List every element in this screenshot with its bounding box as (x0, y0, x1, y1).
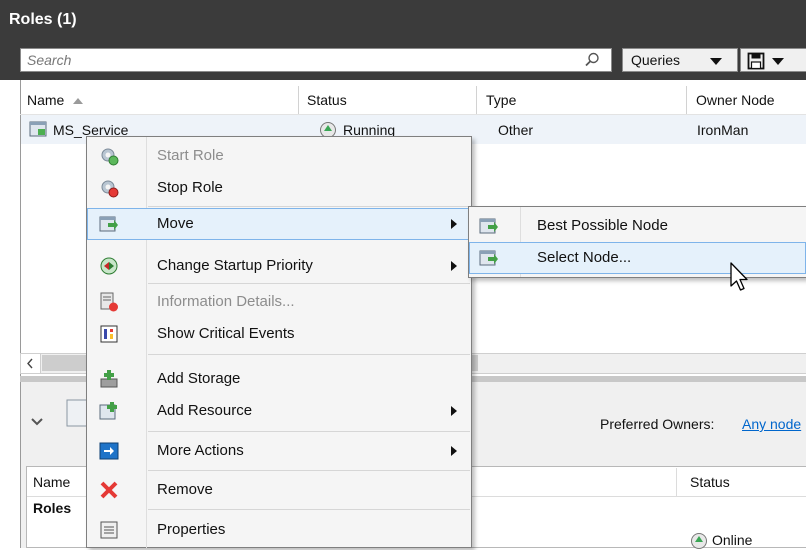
panel-title: Roles (1) (9, 11, 77, 28)
preferred-owners-link[interactable]: Any node (742, 416, 801, 432)
menu-separator (148, 283, 470, 284)
menu-separator (148, 431, 470, 432)
menu-item-show-critical-events[interactable]: Show Critical Events (87, 318, 471, 350)
menu-item-stop-role[interactable]: Stop Role (87, 172, 471, 204)
menu-item-information-details[interactable]: Information Details... (87, 286, 471, 318)
queries-label: Queries (631, 52, 681, 68)
chevron-down-icon[interactable] (28, 412, 46, 430)
role-icon (29, 121, 47, 137)
role-icon (66, 399, 88, 427)
menu-item-label: Start Role (157, 147, 224, 164)
chevron-down-icon (772, 58, 784, 65)
menu-item-label: Show Critical Events (157, 325, 295, 342)
column-separator[interactable] (676, 468, 677, 496)
submenu-item-best-possible-node[interactable]: Best Possible Node (469, 210, 806, 242)
menu-item-label: Move (157, 215, 194, 232)
add-storage-icon (100, 370, 118, 388)
start-role-icon (101, 148, 119, 166)
more-actions-icon (99, 442, 119, 460)
online-status-icon (691, 533, 707, 549)
information-details-icon (100, 292, 118, 312)
column-separator[interactable] (476, 86, 477, 114)
submenu-arrow-icon (451, 406, 457, 416)
column-separator[interactable] (686, 86, 687, 114)
column-header-type[interactable]: Type (486, 92, 516, 108)
mouse-cursor-icon (730, 262, 748, 291)
menu-item-change-startup-priority[interactable]: Change Startup Priority (87, 250, 471, 282)
save-query-button[interactable] (740, 48, 806, 72)
column-header-owner-node[interactable]: Owner Node (696, 92, 775, 108)
menu-item-label: Remove (157, 481, 213, 498)
menu-separator (148, 509, 470, 510)
add-resource-icon (99, 402, 117, 420)
menu-item-properties[interactable]: Properties (87, 514, 471, 546)
menu-separator (148, 470, 470, 471)
column-header-status[interactable]: Status (307, 92, 347, 108)
menu-item-more-actions[interactable]: More Actions (87, 435, 471, 467)
menu-item-label: More Actions (157, 442, 244, 459)
menu-item-label: Add Resource (157, 402, 253, 419)
menu-separator (148, 206, 470, 207)
submenu-item-label: Select Node... (537, 249, 632, 266)
column-header-name[interactable]: Name (27, 92, 64, 108)
menu-item-label: Properties (157, 521, 226, 538)
move-node-icon (479, 218, 498, 234)
submenu-item-label: Best Possible Node (537, 217, 668, 234)
search-placeholder: Search (27, 52, 72, 68)
move-icon (99, 216, 118, 232)
critical-events-icon (100, 325, 118, 343)
submenu-arrow-icon (451, 446, 457, 456)
resources-column-name[interactable]: Name (33, 474, 70, 490)
submenu-arrow-icon (451, 219, 457, 229)
column-separator[interactable] (298, 86, 299, 114)
priority-icon (100, 257, 118, 275)
sort-ascending-icon (73, 98, 83, 104)
menu-item-start-role[interactable]: Start Role (87, 140, 471, 172)
submenu-arrow-icon (451, 261, 457, 271)
panel-title-bar: Roles (1) (0, 0, 806, 42)
menu-item-add-storage[interactable]: Add Storage (87, 363, 471, 395)
menu-item-move[interactable]: Move (87, 208, 471, 240)
resources-column-status[interactable]: Status (690, 474, 730, 490)
properties-icon (100, 521, 118, 539)
menu-item-label: Stop Role (157, 179, 223, 196)
save-icon (747, 52, 765, 70)
menu-item-label: Information Details... (157, 293, 295, 310)
row-owner-node: IronMan (697, 122, 749, 138)
menu-item-label: Change Startup Priority (157, 257, 313, 274)
row-type: Other (498, 122, 534, 138)
resources-group-label: Roles (33, 500, 72, 516)
scroll-left-icon[interactable] (20, 353, 41, 374)
search-icon[interactable] (583, 51, 601, 69)
submenu-item-select-node[interactable]: Select Node... (469, 242, 806, 274)
menu-separator (148, 354, 470, 355)
menu-item-label: Add Storage (157, 370, 241, 387)
queries-button[interactable]: Queries (622, 48, 738, 72)
move-node-icon (479, 250, 498, 266)
remove-icon (100, 481, 118, 499)
menu-item-add-resource[interactable]: Add Resource (87, 395, 471, 427)
preferred-owners-label: Preferred Owners: (600, 416, 715, 432)
stop-role-icon (101, 180, 119, 198)
menu-item-remove[interactable]: Remove (87, 474, 471, 506)
search-input[interactable]: Search (20, 48, 612, 72)
chevron-down-icon (710, 58, 722, 65)
online-status-text: Online (712, 532, 753, 548)
